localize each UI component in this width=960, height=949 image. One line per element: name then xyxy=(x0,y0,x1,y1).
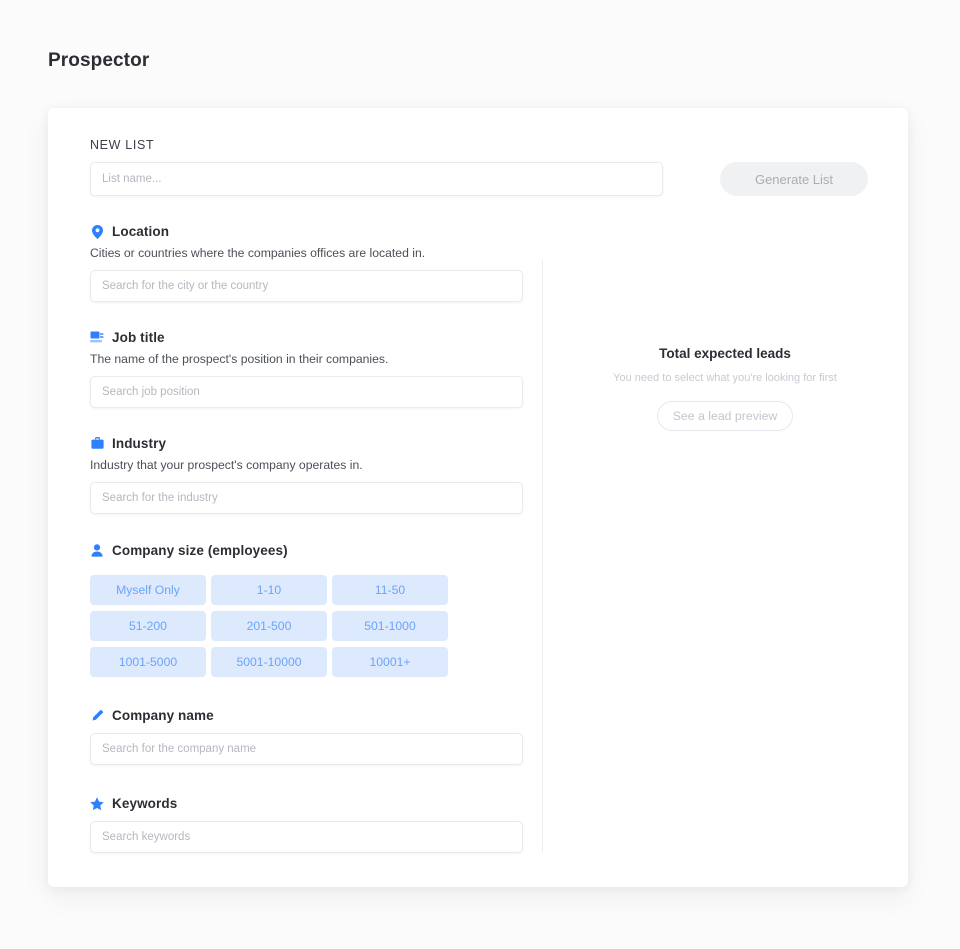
company-size-option[interactable]: 1001-5000 xyxy=(90,647,206,677)
user-icon xyxy=(90,543,104,558)
company-size-option[interactable]: Myself Only xyxy=(90,575,206,605)
filter-job-title-description: The name of the prospect's position in t… xyxy=(90,352,389,366)
filter-location: Location Cities or countries where the c… xyxy=(90,224,530,302)
map-pin-icon xyxy=(90,224,104,239)
filter-location-title: Location xyxy=(112,224,170,239)
see-lead-preview-button[interactable]: See a lead preview xyxy=(657,401,793,431)
filter-company-name: Company name xyxy=(90,708,530,765)
prospector-card: NEW LIST Generate List xyxy=(48,108,908,887)
filter-location-description: Cities or countries where the companies … xyxy=(90,246,426,260)
filter-company-size-title: Company size (employees) xyxy=(112,543,288,558)
company-size-option[interactable]: 501-1000 xyxy=(332,611,448,641)
filter-company-size: Company size (employees) Myself Only 1-1… xyxy=(90,543,530,677)
total-expected-leads-subtitle: You need to select what you're looking f… xyxy=(613,372,837,384)
page-title: Prospector xyxy=(48,50,150,71)
filters-column: Location Cities or countries where the c… xyxy=(90,108,530,853)
company-size-option[interactable]: 10001+ xyxy=(332,647,448,677)
filter-job-title: Job title The name of the prospect's pos… xyxy=(90,330,530,408)
company-size-option[interactable]: 1-10 xyxy=(211,575,327,605)
company-size-option[interactable]: 5001-10000 xyxy=(211,647,327,677)
filter-industry-title: Industry xyxy=(112,436,167,451)
filter-keywords-title: Keywords xyxy=(112,796,178,811)
company-size-option[interactable]: 11-50 xyxy=(332,575,448,605)
filter-job-title-title: Job title xyxy=(112,330,165,345)
company-size-option[interactable]: 201-500 xyxy=(211,611,327,641)
total-expected-leads-title: Total expected leads xyxy=(659,346,791,361)
industry-search-input[interactable] xyxy=(90,482,523,514)
job-title-search-input[interactable] xyxy=(90,376,523,408)
filter-industry-description: Industry that your prospect's company op… xyxy=(90,458,363,472)
company-size-option[interactable]: 51-200 xyxy=(90,611,206,641)
location-search-input[interactable] xyxy=(90,270,523,302)
badge-icon xyxy=(90,330,104,345)
prospector-page: Prospector NEW LIST Generate List xyxy=(0,0,960,949)
company-size-options: Myself Only 1-10 11-50 51-200 201-500 50… xyxy=(90,575,448,677)
summary-panel: Total expected leads You need to select … xyxy=(542,108,908,431)
pencil-icon xyxy=(90,708,104,723)
briefcase-icon xyxy=(90,436,104,451)
keywords-search-input[interactable] xyxy=(90,821,523,853)
company-name-search-input[interactable] xyxy=(90,733,523,765)
filter-company-name-title: Company name xyxy=(112,708,214,723)
star-icon xyxy=(90,796,104,811)
filter-keywords: Keywords xyxy=(90,796,530,853)
filter-industry: Industry Industry that your prospect's c… xyxy=(90,436,530,514)
